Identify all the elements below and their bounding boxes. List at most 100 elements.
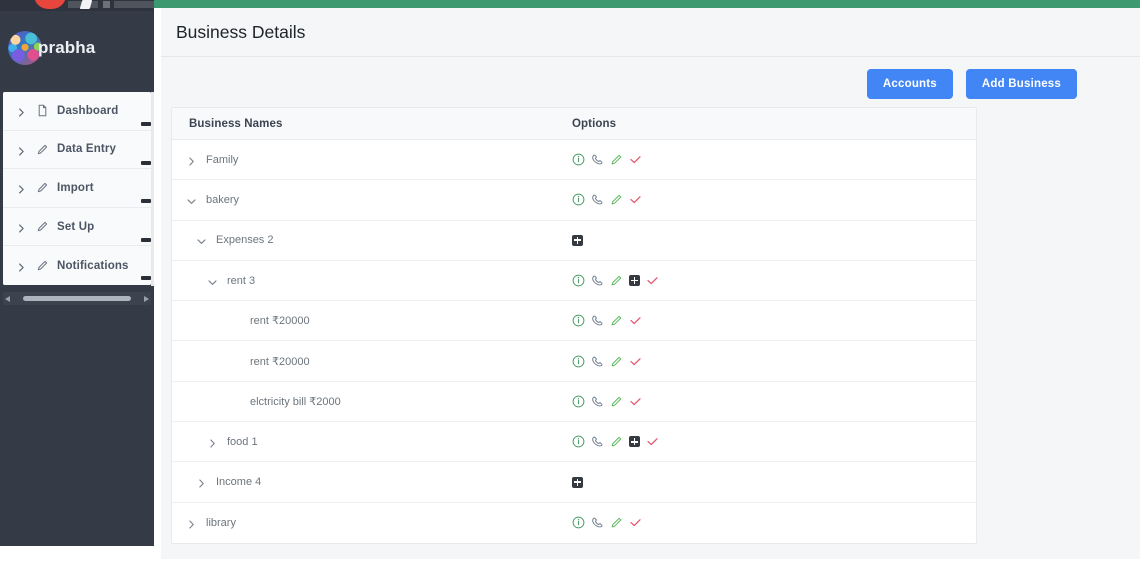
info-circle-icon[interactable] [572,314,585,327]
table-row[interactable]: rent ₹20000 [172,301,976,342]
sidebar: prabha Dashboard Data Entry Import Set U… [0,0,154,546]
info-circle-icon[interactable] [572,153,585,166]
phone-icon[interactable] [591,153,604,166]
table-row[interactable]: rent 3 [172,260,976,302]
row-label: library [206,516,236,529]
info-circle-icon[interactable] [572,435,585,448]
table-row[interactable]: Expenses 2 [172,220,976,261]
add-plus-icon[interactable] [572,476,583,488]
chevron-right-icon[interactable] [186,154,198,166]
pencil-icon [36,220,49,233]
chevron-right-icon [16,221,27,233]
phone-icon[interactable] [591,395,604,408]
table-row[interactable]: Family [172,140,976,181]
add-plus-icon[interactable] [629,436,640,448]
sidebar-item-data-entry[interactable]: Data Entry [3,130,151,170]
menu-scroll-marker[interactable] [141,237,151,242]
row-label: elctricity bill ₹2000 [250,395,341,408]
chevron-down-icon[interactable] [196,234,208,246]
column-header-options: Options [572,117,617,130]
pencil-edit-icon[interactable] [610,516,623,529]
pencil-icon [36,259,49,272]
check-icon[interactable] [629,355,642,368]
column-header-business-names: Business Names [189,117,283,130]
table-row[interactable]: Income 4 [172,462,976,503]
menu-scroll-marker[interactable] [141,122,151,126]
scroll-left-arrow-icon[interactable] [5,295,10,302]
brand-name: prabha [38,38,96,57]
pencil-edit-icon[interactable] [610,395,623,408]
row-options-cell [572,274,772,287]
sidebar-item-import[interactable]: Import [3,169,151,208]
table-row[interactable]: bakery [172,180,976,221]
row-label: Expenses 2 [216,234,274,247]
sidebar-item-set-up[interactable]: Set Up [3,207,151,247]
check-icon[interactable] [646,435,659,448]
menu-scroll-marker[interactable] [141,199,151,204]
business-table: Business Names Options Family bakery Expen… [171,107,977,544]
table-row[interactable]: library [172,502,976,543]
chevron-right-icon [16,144,27,156]
row-options-cell [572,516,772,529]
phone-icon[interactable] [591,516,604,529]
info-circle-icon[interactable] [572,274,585,287]
sidebar-horizontal-scrollbar[interactable] [3,292,151,305]
partial-red-logo-icon [34,0,66,9]
accounts-button[interactable]: Accounts [866,69,953,99]
action-button-row: Accounts Add Business [866,69,1077,99]
pencil-edit-icon[interactable] [610,314,623,327]
scroll-right-arrow-icon[interactable] [144,295,149,302]
chevron-down-icon[interactable] [186,194,198,206]
row-name-cell: rent ₹20000 [172,314,572,327]
sidebar-item-label: Dashboard [57,104,119,117]
phone-icon[interactable] [591,435,604,448]
check-icon[interactable] [629,516,642,529]
pencil-edit-icon[interactable] [610,153,623,166]
chevron-right-icon[interactable] [196,476,208,488]
pencil-edit-icon[interactable] [610,193,623,206]
phone-icon[interactable] [591,355,604,368]
sidebar-item-label: Notifications [57,259,129,272]
phone-icon[interactable] [591,193,604,206]
check-icon[interactable] [629,153,642,166]
table-row[interactable]: rent ₹20000 [172,341,976,382]
table-row[interactable]: elctricity bill ₹2000 [172,381,976,423]
info-circle-icon[interactable] [572,395,585,408]
row-label: rent ₹20000 [250,355,310,368]
pencil-icon [36,181,49,194]
row-name-cell: rent 3 [172,275,572,287]
sidebar-menu: Dashboard Data Entry Import Set Up Notif… [3,92,151,285]
info-circle-icon[interactable] [572,516,585,529]
sidebar-item-dashboard[interactable]: Dashboard [3,92,151,131]
chevron-down-icon[interactable] [207,275,219,287]
content-area: Accounts Add Business Business Names Opt… [161,57,1140,559]
table-row[interactable]: food 1 [172,422,976,463]
pencil-edit-icon[interactable] [610,355,623,368]
add-plus-icon[interactable] [572,234,583,246]
phone-icon[interactable] [591,314,604,327]
check-icon[interactable] [646,274,659,287]
add-business-button[interactable]: Add Business [965,69,1077,99]
row-name-cell: rent ₹20000 [172,355,572,368]
add-plus-icon[interactable] [629,275,640,287]
check-icon[interactable] [629,193,642,206]
check-icon[interactable] [629,395,642,408]
main-content: Business Details Accounts Add Business B… [154,0,1140,567]
sidebar-item-label: Data Entry [57,143,117,156]
chevron-right-icon [16,260,27,272]
row-options-cell [572,153,772,166]
pencil-edit-icon[interactable] [610,274,623,287]
sidebar-item-notifications[interactable]: Notifications [3,246,151,285]
table-header-row: Business Names Options [172,108,976,140]
check-icon[interactable] [629,314,642,327]
phone-icon[interactable] [591,274,604,287]
row-name-cell: Income 4 [172,476,572,488]
menu-scroll-marker[interactable] [141,276,151,281]
chevron-right-icon[interactable] [207,436,219,448]
info-circle-icon[interactable] [572,355,585,368]
menu-scroll-marker[interactable] [141,160,151,165]
scrollbar-thumb[interactable] [23,296,131,301]
pencil-edit-icon[interactable] [610,435,623,448]
chevron-right-icon[interactable] [186,517,198,529]
info-circle-icon[interactable] [572,193,585,206]
